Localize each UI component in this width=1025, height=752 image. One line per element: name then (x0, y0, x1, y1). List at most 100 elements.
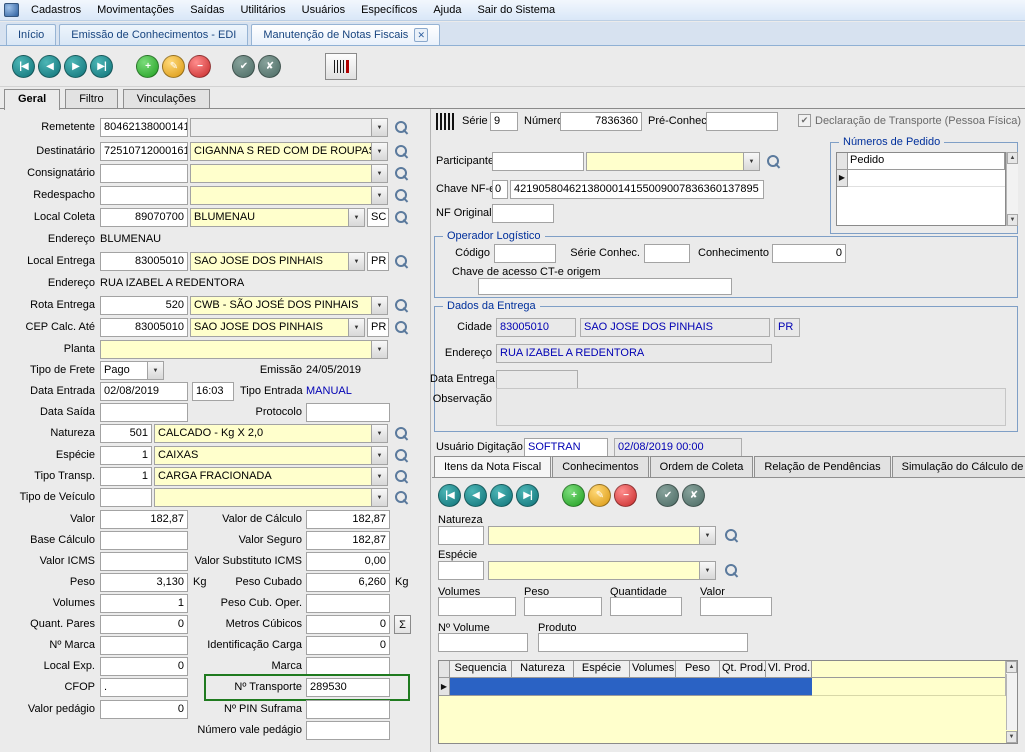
participante-search-icon[interactable] (766, 154, 781, 169)
detail-edit-button[interactable]: ✎ (588, 484, 611, 507)
remetente-combo[interactable] (190, 118, 388, 137)
tab-geral[interactable]: Geral (4, 89, 60, 110)
remetente-code-field[interactable]: 80462138000141 (100, 118, 188, 137)
tipo-veiculo-search-icon[interactable] (394, 490, 409, 505)
tab-relacao-pendencias[interactable]: Relação de Pendências (754, 456, 890, 477)
valor-pedagio-field[interactable]: 0 (100, 700, 188, 719)
col-qt-prod[interactable]: Qt. Prod. (720, 661, 766, 678)
first-record-button[interactable]: |◀ (12, 55, 35, 78)
destinatario-code-field[interactable]: 72510712000161 (100, 142, 188, 161)
data-saida-field[interactable] (100, 403, 188, 422)
tab-inicio[interactable]: Início (6, 24, 56, 45)
peso-field[interactable]: 3,130 (100, 573, 188, 592)
dropdown-arrow-icon[interactable] (371, 119, 387, 136)
pin-suframa-field[interactable] (306, 700, 390, 719)
tab-vinculacoes[interactable]: Vinculações (123, 89, 210, 108)
sum-button[interactable]: Σ (394, 615, 411, 634)
protocolo-field[interactable] (306, 403, 390, 422)
dropdown-arrow-icon[interactable] (371, 425, 387, 442)
valor-seguro-field[interactable]: 182,87 (306, 531, 390, 550)
grid-scroll-up-icon[interactable]: ▲ (1006, 661, 1017, 673)
detail-peso-field[interactable] (524, 597, 602, 616)
pedido-grid-scrollbar[interactable]: ▲ ▼ (1006, 152, 1018, 226)
tab-manutencao-notas[interactable]: Manutenção de Notas Fiscais✕ (251, 24, 440, 45)
n-transporte-field[interactable]: 289530 (306, 678, 390, 697)
itens-grid[interactable]: Sequencia Natureza Espécie Volumes Peso … (438, 660, 1018, 744)
redespacho-code-field[interactable] (100, 186, 188, 205)
participante-code-field[interactable] (492, 152, 584, 171)
confirm-button[interactable]: ✔ (232, 55, 255, 78)
dropdown-arrow-icon[interactable] (348, 253, 364, 270)
local-coleta-cep-field[interactable]: 89070700 (100, 208, 188, 227)
detail-add-button[interactable]: + (562, 484, 585, 507)
menu-sair[interactable]: Sair do Sistema (469, 1, 563, 19)
col-natureza[interactable]: Natureza (512, 661, 574, 678)
detail-especie-code-field[interactable] (438, 561, 484, 580)
dropdown-arrow-icon[interactable] (699, 527, 715, 544)
pre-conhec-field[interactable] (706, 112, 778, 131)
menu-cadastros[interactable]: Cadastros (23, 1, 89, 19)
local-coleta-uf-field[interactable]: SC (367, 208, 389, 227)
local-exp-field[interactable]: 0 (100, 657, 188, 676)
menu-movimentacoes[interactable]: Movimentações (89, 1, 182, 19)
local-entrega-search-icon[interactable] (394, 254, 409, 269)
volumes-field[interactable]: 1 (100, 594, 188, 613)
quant-pares-field[interactable]: 0 (100, 615, 188, 634)
local-entrega-cep-field[interactable]: 83005010 (100, 252, 188, 271)
valor-substituto-field[interactable]: 0,00 (306, 552, 390, 571)
menu-saidas[interactable]: Saídas (182, 1, 232, 19)
destinatario-combo[interactable]: CIGANNA S RED COM DE ROUPAS LTDA (190, 142, 388, 161)
detail-volumes-field[interactable] (438, 597, 516, 616)
tab-conhecimentos[interactable]: Conhecimentos (552, 456, 648, 477)
especie-combo[interactable]: CAIXAS (154, 446, 388, 465)
local-entrega-combo[interactable]: SAO JOSE DOS PINHAIS (190, 252, 365, 271)
n-marca-field[interactable] (100, 636, 188, 655)
planta-combo[interactable] (100, 340, 388, 359)
detail-last-button[interactable]: ▶| (516, 484, 539, 507)
dropdown-arrow-icon[interactable] (147, 362, 163, 379)
menu-usuarios[interactable]: Usuários (294, 1, 353, 19)
declaracao-checkbox[interactable]: ✔ (798, 114, 811, 127)
remetente-search-icon[interactable] (394, 120, 409, 135)
serie-conhec-field[interactable] (644, 244, 690, 263)
tipo-transp-combo[interactable]: CARGA FRACIONADA (154, 467, 388, 486)
detail-especie-search-icon[interactable] (724, 563, 739, 578)
detail-confirm-button[interactable]: ✔ (656, 484, 679, 507)
chave-cte-field[interactable] (478, 278, 732, 295)
data-entrada-time-field[interactable]: 16:03 (192, 382, 234, 401)
local-coleta-search-icon[interactable] (394, 210, 409, 225)
grid-selected-row[interactable] (450, 678, 812, 696)
last-record-button[interactable]: ▶| (90, 55, 113, 78)
local-entrega-uf-field[interactable]: PR (367, 252, 389, 271)
rota-entrega-search-icon[interactable] (394, 298, 409, 313)
cep-calc-combo[interactable]: SAO JOSE DOS PINHAIS (190, 318, 365, 337)
detail-natureza-search-icon[interactable] (724, 528, 739, 543)
col-vl-prod[interactable]: Vl. Prod. (766, 661, 812, 678)
chave-nfe-prefix-field[interactable]: 0 (492, 180, 508, 199)
col-volumes[interactable]: Volumes (630, 661, 676, 678)
tab-ordem-coleta[interactable]: Ordem de Coleta (650, 456, 754, 477)
close-tab-icon[interactable]: ✕ (414, 28, 428, 42)
detail-produto-field[interactable] (538, 633, 748, 652)
detail-delete-button[interactable]: − (614, 484, 637, 507)
natureza-code-field[interactable]: 501 (100, 424, 152, 443)
add-button[interactable]: + (136, 55, 159, 78)
pedido-column-header[interactable]: Pedido (848, 153, 1005, 170)
cep-calc-search-icon[interactable] (394, 320, 409, 335)
dropdown-arrow-icon[interactable] (743, 153, 759, 170)
redespacho-search-icon[interactable] (394, 188, 409, 203)
barcode-button[interactable] (325, 53, 357, 80)
peso-cub-oper-field[interactable] (306, 594, 390, 613)
dropdown-arrow-icon[interactable] (371, 341, 387, 358)
dropdown-arrow-icon[interactable] (371, 143, 387, 160)
dropdown-arrow-icon[interactable] (348, 209, 364, 226)
tab-emissao-edi[interactable]: Emissão de Conhecimentos - EDI (59, 24, 248, 45)
vale-pedagio-field[interactable] (306, 721, 390, 740)
detail-quantidade-field[interactable] (610, 597, 682, 616)
dropdown-arrow-icon[interactable] (371, 447, 387, 464)
natureza-combo[interactable]: CALCADO - Kg X 2,0 (154, 424, 388, 443)
tab-filtro[interactable]: Filtro (65, 89, 117, 108)
col-sequencia[interactable]: Sequencia (450, 661, 512, 678)
valor-icms-field[interactable] (100, 552, 188, 571)
participante-combo[interactable] (586, 152, 760, 171)
